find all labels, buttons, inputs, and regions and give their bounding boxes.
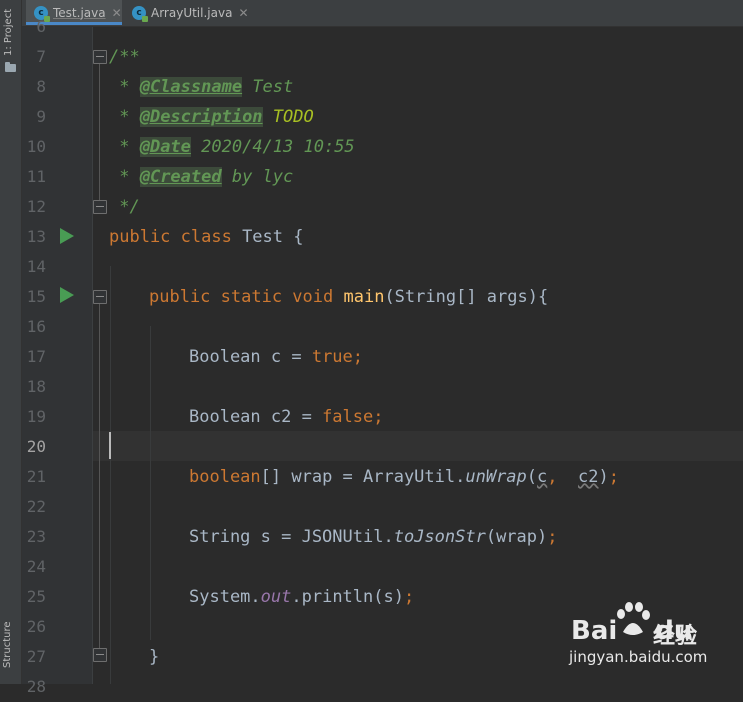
line-number: 17 [26,347,46,366]
line-number: 11 [26,167,46,186]
line-number: 6 [36,17,46,36]
code-line-12[interactable]: */ [109,192,139,222]
tool-window-strip: 1: Project Structure [0,0,22,684]
indent-guide [110,266,111,684]
line-number: 15 [26,287,46,306]
line-number: 13 [26,227,46,246]
project-tool-tab[interactable]: 1: Project [0,4,21,76]
fold-icon[interactable] [93,50,107,64]
code-line-8[interactable]: * @Classname Test [109,72,293,102]
code-line-23[interactable]: String s = JSONUtil.toJsonStr(wrap); [189,522,558,552]
line-number: 24 [26,557,46,576]
code-line-13[interactable]: public class Test { [109,222,303,252]
line-number: 21 [26,467,46,486]
javadoc-tag: @Classname [139,77,243,97]
line-number: 26 [26,617,46,636]
code-line-15[interactable]: public static void main(String[] args){ [149,282,548,312]
line-number: 9 [36,107,46,126]
code-line-9[interactable]: * @Description TODO [109,102,314,132]
line-number: 27 [26,647,46,666]
line-number: 20 [26,437,46,456]
structure-tool-tab[interactable]: Structure [2,621,13,668]
watermark-cn: 经验 [653,624,698,649]
line-number: 19 [26,407,46,426]
line-number: 10 [26,137,46,156]
line-number: 16 [26,317,46,336]
todo-marker: TODO [262,107,314,127]
line-number: 25 [26,587,46,606]
fold-guide [99,64,100,200]
indent-guide [150,326,151,640]
tab-label: ArrayUtil.java [151,5,233,20]
line-number: 14 [26,257,46,276]
close-icon[interactable]: ✕ [112,6,122,20]
run-main-icon[interactable] [60,287,74,303]
gutter-separator [92,27,93,684]
code-line-11[interactable]: * @Created by lyc [109,162,293,192]
code-line-27[interactable]: } [149,642,159,672]
folder-icon [5,62,16,72]
java-class-icon: c [132,5,148,22]
project-tab-label: 1: Project [3,8,14,56]
code-line-17[interactable]: Boolean c = true; [189,342,363,372]
code-line-19[interactable]: Boolean c2 = false; [189,402,384,432]
code-line-25[interactable]: System.out.println(s); [189,582,414,612]
editor-tab-bar: c Test.java ✕ c ArrayUtil.java ✕ [22,0,743,27]
fold-icon[interactable] [93,200,107,214]
javadoc-tag: @Created [139,167,222,187]
fold-guide [99,304,100,648]
baidu-jingyan-watermark: Bai du 经验 jingyan.baidu.com [565,600,735,680]
code-line-21[interactable]: boolean[] wrap = ArrayUtil.unWrap(c, c2)… [189,462,619,492]
line-number: 23 [26,527,46,546]
watermark-url: jingyan.baidu.com [569,648,708,666]
code-line-10[interactable]: * @Date 2020/4/13 10:55 [109,132,355,162]
current-line-highlight [93,431,743,461]
line-number: 18 [26,377,46,396]
fold-icon[interactable] [93,648,107,662]
line-number: 12 [26,197,46,216]
javadoc-tag: @Description [139,107,263,127]
javadoc-tag: @Date [139,137,191,157]
line-number: 7 [36,47,46,66]
tab-arrayutil-java[interactable]: c ArrayUtil.java ✕ [128,0,250,25]
line-number: 22 [26,497,46,516]
line-number: 8 [36,77,46,96]
fold-icon[interactable] [93,290,107,304]
text-caret [109,432,111,459]
run-class-icon[interactable] [60,228,74,244]
close-icon[interactable]: ✕ [238,6,248,20]
tab-label: Test.java [53,5,106,20]
code-line-7[interactable]: /** [109,42,140,72]
line-number: 28 [26,677,46,696]
